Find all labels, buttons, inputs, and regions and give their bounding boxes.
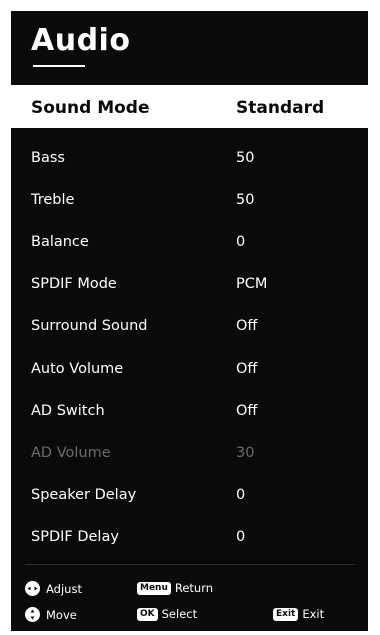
footer-divider [25,564,355,565]
up-down-arrows-icon [25,607,40,622]
menu-item-value: PCM [236,276,268,292]
menu-item-value: Off [236,361,258,377]
menu-item-value: Off [236,318,258,334]
menu-item-label: Balance [31,234,89,250]
menu-key-icon: Menu [137,581,171,595]
hint-return: Menu Return [137,581,213,595]
hint-return-label: Return [174,581,214,595]
menu-item-label: AD Switch [31,403,105,419]
hint-select: OK Select [137,607,197,621]
title-underline [33,65,85,67]
menu-item-speaker-delay[interactable]: Speaker Delay 0 [11,475,368,515]
menu-item-value: 30 [236,445,255,461]
hint-adjust-label: Adjust [46,581,82,596]
menu-item-auto-volume[interactable]: Auto Volume Off [11,349,368,389]
menu-item-balance[interactable]: Balance 0 [11,222,368,262]
menu-item-label: Treble [31,192,75,208]
menu-item-value: Standard [236,98,325,118]
menu-item-value: 0 [236,234,246,250]
hint-move-label: Move [46,607,77,622]
menu-item-bass[interactable]: Bass 50 [11,138,368,178]
menu-item-value: 0 [236,529,246,545]
hint-move: Move [25,607,77,622]
exit-key-icon: Exit [273,607,299,621]
menu-item-ad-switch[interactable]: AD Switch Off [11,391,368,431]
hint-select-label: Select [161,607,198,621]
menu-item-label: Speaker Delay [31,487,137,503]
menu-item-label: SPDIF Mode [31,276,117,292]
menu-title: Audio [31,23,131,58]
menu-item-label: SPDIF Delay [31,529,119,545]
menu-item-label: AD Volume [31,445,111,461]
menu-item-spdif-mode[interactable]: SPDIF Mode PCM [11,264,368,304]
menu-item-label: Auto Volume [31,361,124,377]
menu-item-label: Sound Mode [31,98,150,118]
menu-item-value: 50 [236,192,255,208]
menu-item-treble[interactable]: Treble 50 [11,180,368,220]
hint-exit: Exit Exit [273,607,324,621]
menu-item-value: Off [236,403,258,419]
audio-menu-panel: Audio Sound Mode Standard Bass 50 Treble… [11,11,368,631]
menu-item-sound-mode[interactable]: Sound Mode Standard [11,85,368,128]
menu-item-value: 0 [236,487,246,503]
hint-adjust: Adjust [25,581,82,596]
menu-item-label: Bass [31,150,65,166]
menu-item-surround-sound[interactable]: Surround Sound Off [11,306,368,346]
ok-key-icon: OK [137,607,158,621]
menu-item-ad-volume: AD Volume 30 [11,433,368,473]
menu-item-spdif-delay[interactable]: SPDIF Delay 0 [11,517,368,557]
hint-exit-label: Exit [302,607,325,621]
menu-item-label: Surround Sound [31,318,148,334]
menu-item-value: 50 [236,150,255,166]
left-right-arrows-icon [25,581,40,596]
